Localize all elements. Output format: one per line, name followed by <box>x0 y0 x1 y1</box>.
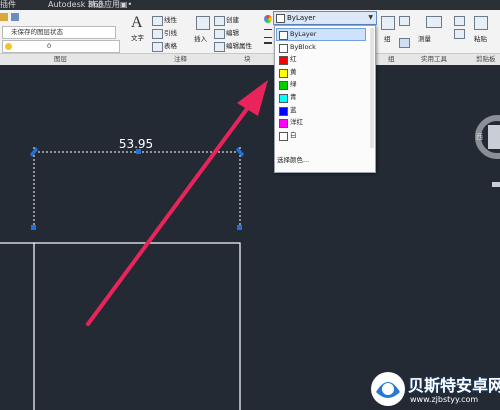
color-option[interactable]: 白 <box>277 130 365 141</box>
color-option-label: 红 <box>290 55 297 64</box>
color-combo[interactable]: ByLayer ▼ <box>273 11 377 25</box>
select-color-item[interactable]: 选择颜色... <box>277 154 309 164</box>
chevron-down-icon[interactable]: ▼ <box>368 12 373 24</box>
color-option-label: 青 <box>290 93 297 101</box>
color-option-label: 绿 <box>290 80 297 89</box>
color-swatch-icon <box>279 106 288 116</box>
annotation-arrow-shaft <box>86 100 254 326</box>
annotation-arrow-head <box>237 80 268 116</box>
color-swatch-icon <box>279 81 288 91</box>
color-option[interactable]: 红 <box>277 54 365 66</box>
color-option-label: 白 <box>290 130 297 139</box>
combo-value: ByLayer <box>287 14 316 22</box>
watermark-title: 贝斯特安卓网 <box>408 376 500 395</box>
color-swatch-icon <box>279 43 288 53</box>
color-option-label: 洋红 <box>290 118 303 127</box>
color-dropdown: ByLayer ByBlock 红黄绿青蓝洋红白 选择颜色... <box>274 25 376 173</box>
color-swatch-icon <box>279 131 288 141</box>
drawn-rectangle[interactable] <box>0 242 241 410</box>
viewcube-face[interactable] <box>488 125 500 149</box>
watermark-url: www.zjbstyy.com <box>410 395 479 404</box>
color-swatch-icon <box>279 31 288 40</box>
color-option[interactable]: 蓝 <box>277 105 365 116</box>
grip-left-bottom[interactable] <box>31 225 36 230</box>
dropdown-scrollbar[interactable] <box>370 28 374 148</box>
color-option-label: 黄 <box>290 67 297 76</box>
color-swatch-icon <box>279 68 288 78</box>
color-option[interactable]: 青 <box>277 92 365 103</box>
color-option-label: ByBlock <box>290 42 316 51</box>
color-option-label: 蓝 <box>290 105 297 114</box>
dimension-value[interactable]: 53.95 <box>119 137 153 151</box>
grip-right-bottom[interactable] <box>237 225 242 230</box>
color-option[interactable]: ByBlock <box>277 42 365 53</box>
color-option[interactable]: ByLayer <box>276 28 366 41</box>
color-option[interactable]: 黄 <box>277 67 365 78</box>
viewcube-menu[interactable] <box>492 182 500 187</box>
viewcube-west-label: 西 <box>476 133 483 141</box>
color-swatch-icon <box>279 94 288 103</box>
color-option-label: ByLayer <box>290 30 317 38</box>
color-swatch-icon <box>279 119 288 129</box>
color-option[interactable]: 洋红 <box>277 117 365 129</box>
combo-swatch <box>276 14 285 23</box>
drawing-layer: 53.95 西 <box>0 80 500 410</box>
watermark-logo-icon <box>371 372 405 406</box>
color-swatch-icon <box>279 56 288 66</box>
color-option[interactable]: 绿 <box>277 79 365 91</box>
watermark: 贝斯特安卓网 www.zjbstyy.com <box>368 368 500 410</box>
